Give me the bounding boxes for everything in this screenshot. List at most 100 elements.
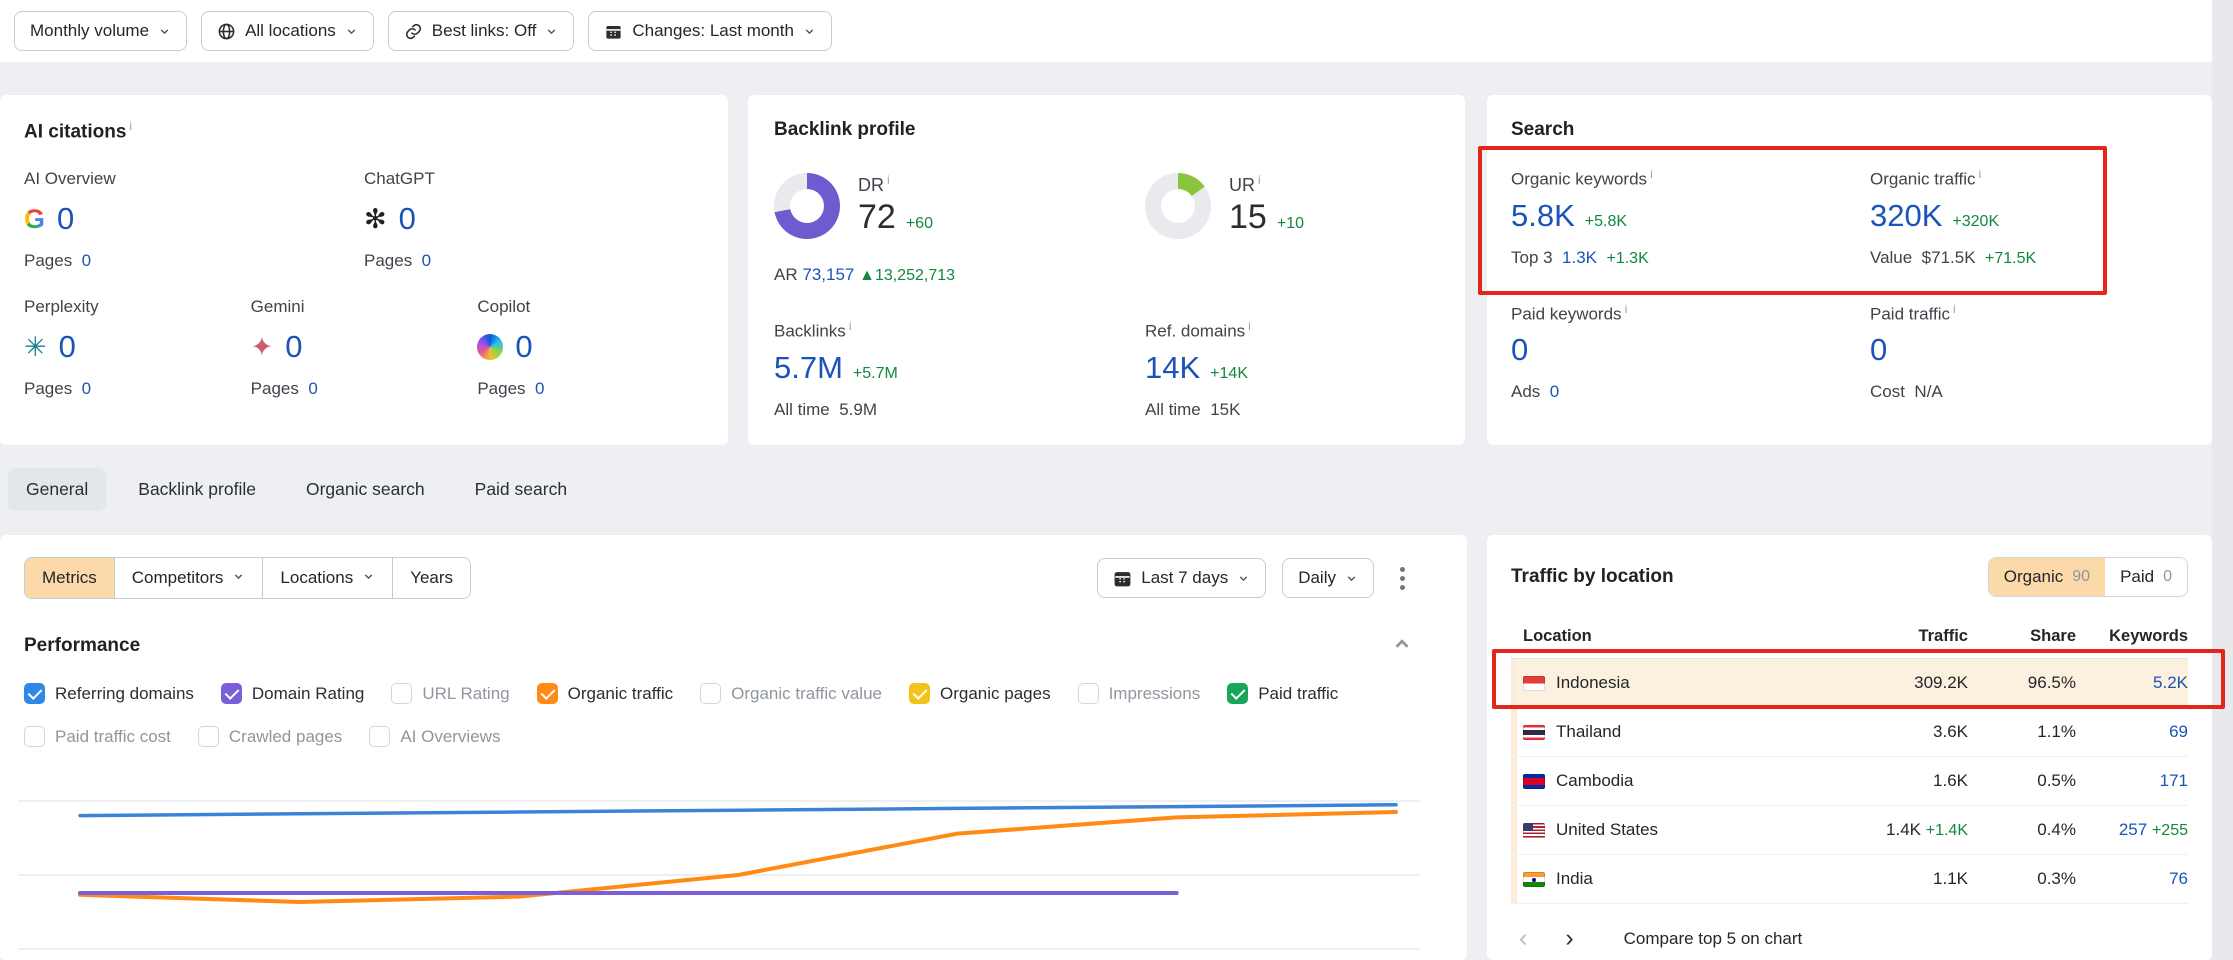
ai-card-gemini: Gemini ✦0 Pages 0	[251, 297, 478, 399]
checkbox-organic-pages[interactable]: Organic pages	[909, 683, 1051, 704]
column-location[interactable]: Location	[1523, 627, 1793, 646]
info-icon[interactable]: i	[129, 119, 132, 133]
checkbox-box[interactable]	[909, 683, 930, 704]
column-share[interactable]: Share	[1968, 627, 2076, 646]
info-icon[interactable]: i	[1650, 167, 1653, 181]
copilot-icon	[477, 334, 503, 360]
info-icon[interactable]: i	[1248, 319, 1251, 333]
checkbox-organic-traffic[interactable]: Organic traffic	[537, 683, 674, 704]
compare-top5-label[interactable]: Compare top 5 on chart	[1624, 929, 1803, 949]
table-row-thailand[interactable]: Thailand 3.6K 1.1% 69	[1511, 708, 2188, 757]
filter-button-best-links-off[interactable]: Best links: Off	[388, 11, 575, 51]
ai-pages-value[interactable]: 0	[535, 379, 544, 398]
ar-value[interactable]: 73,157	[802, 265, 854, 284]
checkbox-box[interactable]	[537, 683, 558, 704]
granularity-button[interactable]: Daily	[1282, 558, 1374, 598]
filter-button-all-locations[interactable]: All locations	[201, 11, 374, 51]
table-row-united-states[interactable]: United States 1.4K +1.4K 0.4% 257 +255	[1511, 806, 2188, 855]
table-row-india[interactable]: India 1.1K 0.3% 76	[1511, 855, 2188, 904]
column-keywords[interactable]: Keywords	[2076, 627, 2188, 646]
segment-metrics[interactable]: Metrics	[25, 558, 114, 598]
next-page-chevron-icon[interactable]: ›	[1557, 926, 1581, 951]
checkbox-box[interactable]	[700, 683, 721, 704]
checkbox-box[interactable]	[24, 683, 45, 704]
ai-source-name: AI Overview	[24, 169, 364, 189]
info-icon[interactable]: i	[1258, 173, 1261, 187]
performance-chart[interactable]	[18, 768, 1448, 960]
toggle-paid[interactable]: Paid0	[2105, 558, 2187, 596]
checkbox-box[interactable]	[1227, 683, 1248, 704]
ai-pages-value[interactable]: 0	[308, 379, 317, 398]
ref-domains-value[interactable]: 14K	[1145, 350, 1200, 386]
keywords-cell[interactable]: 76	[2076, 869, 2188, 889]
ai-source-name: Copilot	[477, 297, 704, 317]
collapse-chevron-up-icon[interactable]	[1391, 633, 1413, 660]
share-cell: 1.1%	[1968, 722, 2076, 742]
info-icon[interactable]: i	[1953, 302, 1956, 316]
chevron-down-icon	[803, 25, 816, 38]
checkbox-url-rating[interactable]: URL Rating	[391, 683, 509, 704]
info-icon[interactable]: i	[887, 173, 890, 187]
checkbox-impressions[interactable]: Impressions	[1078, 683, 1201, 704]
tab-general[interactable]: General	[8, 468, 106, 511]
ai-pages-value[interactable]: 0	[82, 379, 91, 398]
ai-pages-value[interactable]: 0	[422, 251, 431, 270]
chevron-down-icon	[232, 568, 245, 588]
checkbox-box[interactable]	[391, 683, 412, 704]
filter-button-changes-last-month[interactable]: Changes: Last month	[588, 11, 832, 51]
prev-page-chevron-icon[interactable]: ‹	[1511, 926, 1535, 951]
segment-competitors[interactable]: Competitors	[114, 558, 263, 598]
filter-button-monthly-volume[interactable]: Monthly volume	[14, 11, 187, 51]
location-name: United States	[1556, 820, 1658, 840]
info-icon[interactable]: i	[849, 319, 852, 333]
checkbox-label: Paid traffic cost	[55, 727, 171, 747]
page-scrollbar[interactable]	[2212, 0, 2233, 960]
tab-organic-search[interactable]: Organic search	[288, 468, 443, 511]
organic-keywords-value[interactable]: 5.8K	[1511, 198, 1575, 234]
checkbox-box[interactable]	[221, 683, 242, 704]
checkbox-box[interactable]	[369, 726, 390, 747]
top3-value[interactable]: 1.3K	[1562, 248, 1597, 267]
date-range-button[interactable]: Last 7 days	[1097, 558, 1266, 598]
info-icon[interactable]: i	[1979, 167, 1982, 181]
checkbox-box[interactable]	[1078, 683, 1099, 704]
chart-line-organic-traffic	[80, 812, 1396, 902]
ai-pages-value[interactable]: 0	[82, 251, 91, 270]
table-row-cambodia[interactable]: Cambodia 1.6K 0.5% 171	[1511, 757, 2188, 806]
ai-pages-line: Pages 0	[364, 251, 704, 271]
checkbox-paid-traffic-cost[interactable]: Paid traffic cost	[24, 726, 171, 747]
toolbar-filters: Monthly volume All locations Best links: O…	[0, 0, 2212, 51]
organic-traffic-value[interactable]: 320K	[1870, 198, 1942, 234]
ref-domains-label: Ref. domainsi	[1145, 319, 1251, 342]
checkbox-ai-overviews[interactable]: AI Overviews	[369, 726, 500, 747]
more-options-kebab-icon[interactable]	[1400, 576, 1405, 581]
table-row-indonesia[interactable]: Indonesia 309.2K 96.5% 5.2K	[1511, 659, 2188, 708]
checkbox-paid-traffic[interactable]: Paid traffic	[1227, 683, 1338, 704]
checkbox-label: Domain Rating	[252, 684, 364, 704]
checkbox-crawled-pages[interactable]: Crawled pages	[198, 726, 342, 747]
segment-locations[interactable]: Locations	[262, 558, 392, 598]
keywords-cell[interactable]: 171	[2076, 771, 2188, 791]
checkbox-domain-rating[interactable]: Domain Rating	[221, 683, 364, 704]
info-icon[interactable]: i	[1625, 302, 1628, 316]
segment-years[interactable]: Years	[392, 558, 470, 598]
traffic-cell: 1.6K	[1793, 771, 1968, 791]
keywords-cell[interactable]: 257 +255	[2076, 820, 2188, 840]
organic-keywords-stat: Organic keywordsi 5.8K +5.8K Top 3 1.3K …	[1511, 167, 1870, 268]
checkbox-organic-traffic-value[interactable]: Organic traffic value	[700, 683, 882, 704]
ai-source-name: Gemini	[251, 297, 478, 317]
backlinks-value[interactable]: 5.7M	[774, 350, 843, 386]
tab-backlink-profile[interactable]: Backlink profile	[120, 468, 274, 511]
tab-paid-search[interactable]: Paid search	[457, 468, 585, 511]
checkbox-box[interactable]	[24, 726, 45, 747]
checkbox-box[interactable]	[198, 726, 219, 747]
domain-rating-widget: DRi 72 +60	[774, 173, 1145, 239]
ai-citations-value: 0	[515, 329, 532, 365]
filter-label: Best links: Off	[432, 21, 537, 41]
paid-keywords-stat: Paid keywordsi 0 Ads 0	[1511, 302, 1870, 403]
keywords-cell[interactable]: 69	[2076, 722, 2188, 742]
checkbox-referring-domains[interactable]: Referring domains	[24, 683, 194, 704]
toggle-organic[interactable]: Organic90	[1989, 558, 2105, 596]
keywords-cell[interactable]: 5.2K	[2076, 673, 2188, 693]
column-traffic[interactable]: Traffic	[1793, 627, 1968, 646]
